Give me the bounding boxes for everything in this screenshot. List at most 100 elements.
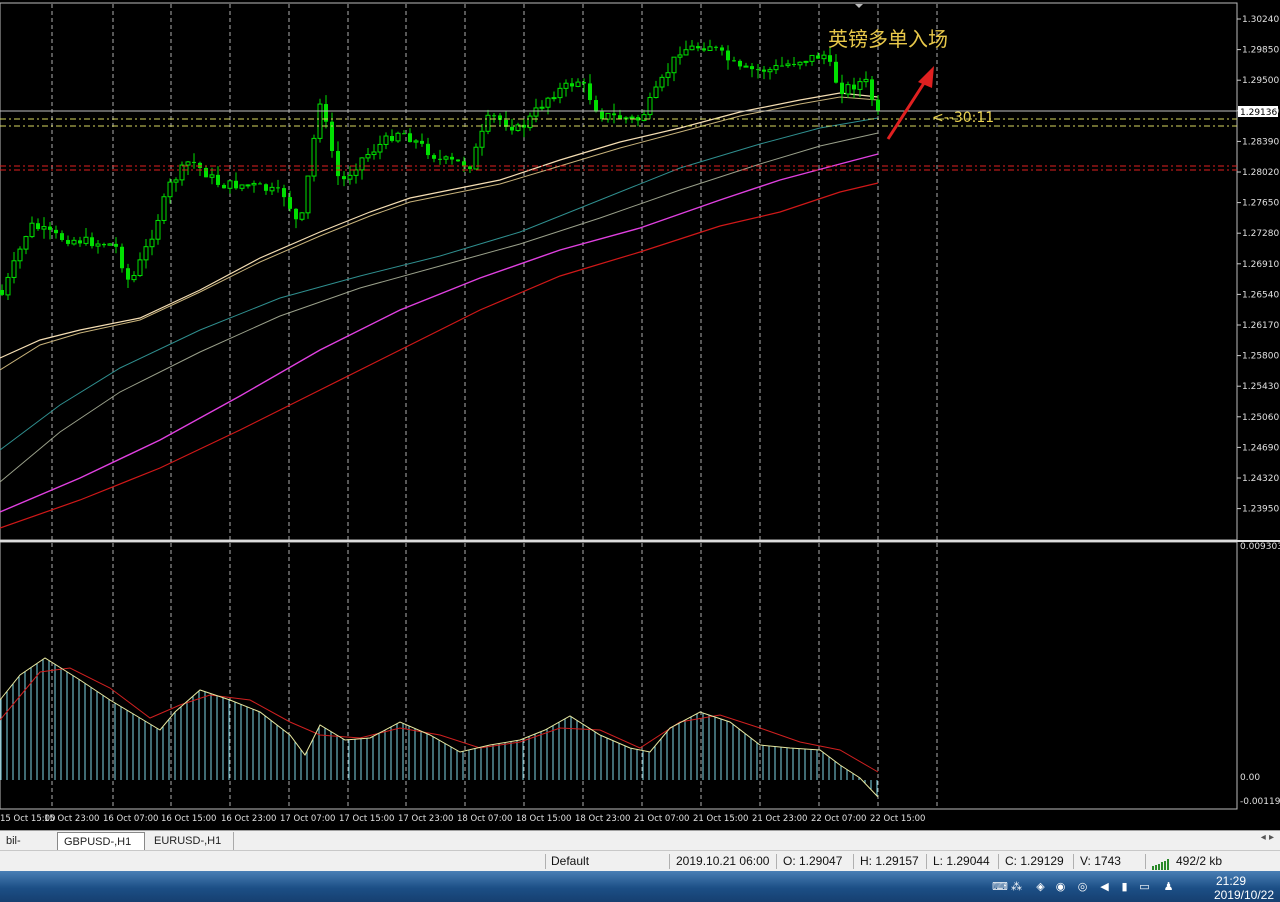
status-datetime: 2019.10.21 06:00 <box>676 854 770 868</box>
price-tick-label: 1.23950 <box>1242 505 1279 515</box>
connection-bars-icon <box>1152 856 1172 870</box>
annotation-text: 英镑多单入场 <box>828 27 948 51</box>
price-chart-area[interactable]: 1.302401.298501.295001.287601.283901.280… <box>0 0 1280 830</box>
status-low: L: 1.29044 <box>933 854 990 868</box>
candle-body-bull <box>173 179 179 183</box>
candle-body-bull <box>767 69 773 73</box>
candle-body-bear <box>600 111 604 120</box>
candle-body-bull <box>545 97 551 108</box>
time-tick-label: 21 Oct 15:00 <box>693 814 748 824</box>
candle-body-bull <box>365 154 371 159</box>
candle-body-bull <box>539 106 545 109</box>
candle-body-bull <box>479 130 485 148</box>
tab-scroll-arrows-icon[interactable]: ◂ ▸ <box>1261 832 1274 843</box>
time-tick-label: 21 Oct 07:00 <box>634 814 689 824</box>
candle-body-bear <box>876 99 880 111</box>
candle-body-bull <box>143 246 149 261</box>
candle-body-bear <box>840 82 844 94</box>
candle-body-bull <box>11 260 17 278</box>
time-tick-label: 22 Oct 07:00 <box>811 814 866 824</box>
candle-body-bull <box>353 169 359 176</box>
candle-body-bear <box>456 159 460 162</box>
candle-body-bear <box>258 183 262 185</box>
keyboard-icon[interactable]: ⌨ <box>992 880 1008 893</box>
candle-body-bull <box>251 182 257 186</box>
candle-body-bull <box>785 63 791 67</box>
candle-body-bull <box>377 143 383 153</box>
candle-body-bull <box>557 87 563 99</box>
candle-body-bear <box>720 47 724 51</box>
candle-body-bull <box>227 180 233 189</box>
candle-body-bull <box>269 186 275 192</box>
candle-body-bull <box>179 164 185 181</box>
candle-body-bull <box>317 103 323 139</box>
ma-red-line <box>0 182 879 529</box>
candle-body-bear <box>492 115 496 117</box>
candle-body-bear <box>402 133 406 135</box>
candle-body-bear <box>738 60 742 67</box>
volume-muted-icon[interactable]: ◀ <box>1098 880 1111 893</box>
time-tick-label: 21 Oct 23:00 <box>752 814 807 824</box>
price-axis: 1.302401.298501.295001.287601.283901.280… <box>1237 15 1280 807</box>
bar-countdown: <--30:11 <box>932 110 994 126</box>
candle-body-bear <box>756 69 760 71</box>
network-icon[interactable]: ▭ <box>1138 880 1151 893</box>
candle-body-bull <box>149 238 155 248</box>
ma-mid-line <box>0 96 879 371</box>
candle-body-bear <box>816 55 820 59</box>
windows-taskbar: ⌨ ⁂ ◈ ◉ ◎ ◀ ▮ ▭ ♟ 21:29 2019/10/22 <box>0 871 1280 902</box>
candle-body-bull <box>629 116 635 119</box>
price-levels <box>0 4 1237 171</box>
time-tick-label: 15 Oct 23:00 <box>44 814 99 824</box>
candle-body-bull <box>137 259 143 277</box>
system-tray: ⌨ ⁂ ◈ ◉ ◎ ◀ ▮ ▭ ♟ 21:29 2019/10/22 <box>990 871 1280 902</box>
taskbar-clock-date[interactable]: 2019/10/22 <box>1214 888 1274 902</box>
candle-body-bull <box>299 212 305 220</box>
ma-fast-line <box>0 92 879 359</box>
candle-body-bull <box>83 236 89 244</box>
wechat-icon[interactable]: ◉ <box>1054 880 1067 893</box>
tab-eurusd-h1[interactable]: EURUSD-,H1 <box>148 832 234 850</box>
candle-body-bull <box>395 132 401 142</box>
price-tick-label: 1.25800 <box>1242 352 1279 362</box>
candle-body-bear <box>102 243 106 246</box>
candle-body-bear <box>114 243 118 247</box>
chart-canvas[interactable]: 1.302401.298501.295001.287601.283901.280… <box>0 0 1280 830</box>
status-high: H: 1.29157 <box>860 854 919 868</box>
candle-body-bear <box>288 197 292 209</box>
input-method-icon[interactable]: ⁂ <box>1010 880 1023 893</box>
candle-body-bull <box>677 54 683 58</box>
tab-gbpusd-h1[interactable]: GBPUSD-,H1 <box>57 832 145 850</box>
candle-body-bear <box>126 268 130 280</box>
candle-body-bull <box>131 275 137 281</box>
candle-body-bear <box>66 239 70 244</box>
usb-icon[interactable]: ▮ <box>1118 880 1131 893</box>
tab-bil-s-m15[interactable]: bil-S,M15 <box>0 832 56 865</box>
entry-arrow-icon <box>886 66 934 140</box>
candle-body-bull <box>95 243 101 247</box>
price-tick-label: 1.27650 <box>1242 199 1279 209</box>
candle-body-bear <box>570 83 574 87</box>
user-icon[interactable]: ♟ <box>1162 880 1175 893</box>
price-tick-label: 1.26170 <box>1242 321 1279 331</box>
candle-body-bear <box>216 174 220 185</box>
time-tick-label: 22 Oct 15:00 <box>870 814 925 824</box>
candle-body-bear <box>78 240 82 244</box>
candle-body-bull <box>857 81 863 90</box>
candle-body-bull <box>563 82 569 89</box>
price-tick-label: 1.27280 <box>1242 229 1279 239</box>
tab-label: EURUSD-,H1 <box>154 835 222 847</box>
candle-body-bear <box>0 290 4 295</box>
price-pane-border <box>0 2 1238 541</box>
candle-body-bull <box>707 46 713 51</box>
candle-body-bear <box>390 136 394 141</box>
candle-body-bull <box>485 114 491 132</box>
tab-label: GBPUSD-,H1 <box>64 836 132 848</box>
antivirus-icon[interactable]: ◎ <box>1076 880 1089 893</box>
candle-body-bull <box>41 226 47 230</box>
taskbar-clock-time[interactable]: 21:29 <box>1216 874 1246 888</box>
candle-body-bear <box>834 61 838 83</box>
candle-body-bull <box>17 248 23 262</box>
indicator-tick-label: 0.009303 <box>1240 542 1280 552</box>
security-shield-icon[interactable]: ◈ <box>1034 880 1047 893</box>
